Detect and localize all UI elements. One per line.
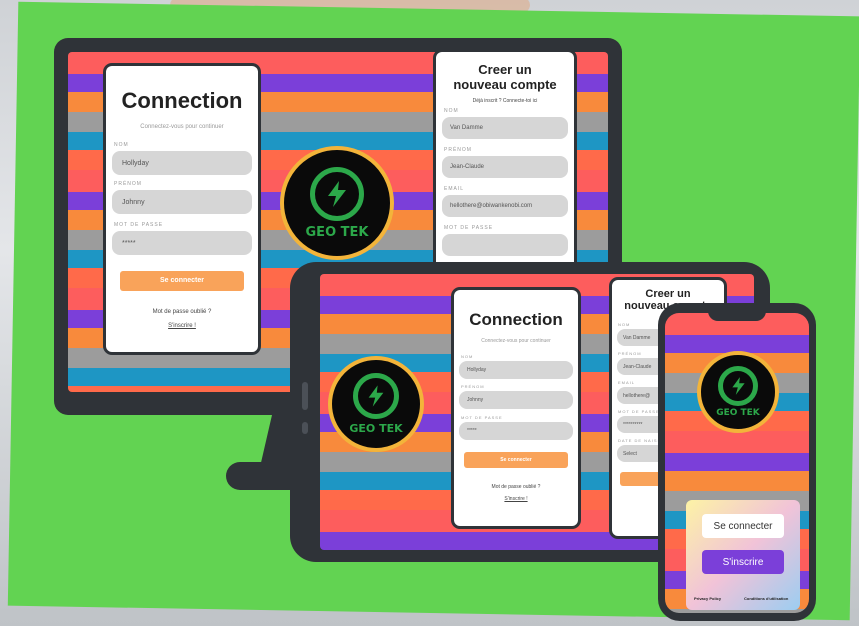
desktop-logo: GEO TEK [280,146,394,260]
register-title-line1: Creer un [478,62,532,77]
login-title: Connection [121,88,243,113]
logo-ring [718,366,758,406]
register-title-line1: Creer un [645,288,691,300]
signup-link[interactable]: S'inscrire ! [454,496,578,502]
username-field[interactable]: Hollyday [459,361,573,379]
username-label: NOM [114,142,129,148]
lightning-icon [328,180,346,207]
tablet-side-button [302,422,308,434]
password-label: MOT DE PASSE [461,415,503,420]
register-password-field[interactable] [442,234,568,256]
login-submit-button[interactable]: Se connecter [464,452,568,468]
logo-text: GEO TEK [305,224,369,240]
firstname-label: PRÉNOM [461,384,485,389]
phone: GEO TEK Se connecter S'inscrire Privacy … [658,303,816,621]
password-label: MOT DE PASSE [114,222,164,228]
forgot-password-link[interactable]: Mot de passe oublié ? [106,309,258,315]
already-registered-link[interactable]: Déjà inscrit ? Connecte-toi ici [436,98,574,104]
phone-signup-button[interactable]: S'inscrire [702,550,784,574]
signup-link[interactable]: S'inscrire ! [106,323,258,329]
phone-notch [708,309,766,321]
logo-text: GEO TEK [716,408,760,418]
lightning-icon [731,377,745,395]
tablet-side-button [302,382,308,410]
firstname-field[interactable]: Johnny [112,190,252,214]
logo-text: GEO TEK [349,422,403,435]
register-firstname-field[interactable]: Jean-Claude [442,156,568,178]
firstname-field[interactable]: Johnny [459,391,573,409]
email-field[interactable]: hellothere@obiwankenobi.com [442,195,568,217]
login-submit-button[interactable]: Se connecter [120,271,244,291]
register-title-line2: nouveau compte [453,77,557,92]
register-firstname-label: PRÉNOM [444,147,472,153]
email-label: EMAIL [444,186,465,192]
phone-screen: GEO TEK Se connecter S'inscrire Privacy … [665,313,809,613]
tablet-logo: GEO TEK [328,356,424,452]
password-field[interactable]: ***** [459,422,573,440]
register-password-label: MOT DE PASSE [444,225,494,231]
phone-auth-panel: Se connecter S'inscrire Privacy Policy C… [686,500,800,610]
login-subtitle: Connectez-vous pour continuer [481,338,551,344]
login-title: Connection [469,310,563,329]
username-field[interactable]: Hollyday [112,151,252,175]
name-label: NOM [444,108,459,114]
phone-logo: GEO TEK [697,351,779,433]
name-field[interactable]: Van Damme [442,117,568,139]
lightning-icon [368,385,384,407]
forgot-password-link[interactable]: Mot de passe oublié ? [454,484,578,490]
firstname-label: PRÉNOM [114,181,142,187]
login-subtitle: Connectez-vous pour continuer [140,124,224,130]
phone-login-button[interactable]: Se connecter [702,514,784,538]
privacy-link[interactable]: Privacy Policy [694,596,721,601]
username-label: NOM [461,354,474,359]
tablet-login-card: Connection Connectez-vous pour continuer… [454,290,578,526]
logo-ring [310,166,364,221]
logo-ring [353,373,399,419]
desktop-login-card: Connection Connectez-vous pour continuer… [106,66,258,352]
password-field[interactable]: ***** [112,231,252,255]
terms-link[interactable]: Conditions d'utilisation [744,596,788,601]
